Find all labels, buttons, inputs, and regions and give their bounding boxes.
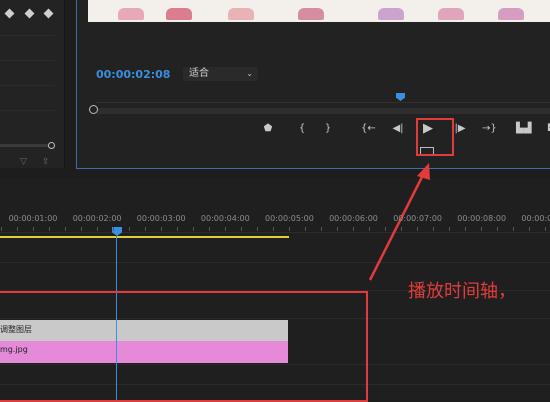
ruler-tick [385, 227, 386, 231]
ruler-time-label: 00:00:03:00 [136, 214, 186, 223]
ruler-tick [33, 227, 34, 231]
play-button-highlight [416, 118, 454, 156]
ruler-tick [65, 227, 66, 231]
zoom-fit-value: 适合 [189, 68, 209, 79]
marker-icon[interactable]: ⬟ [261, 122, 275, 136]
left-scrollbar[interactable] [0, 144, 52, 147]
export-frame-icon[interactable]: ▙▟ [516, 122, 531, 136]
ruler-time-label: 00:00:07:00 [393, 214, 442, 223]
ruler-tick [481, 227, 482, 231]
ruler-time-label: 00:00:01:00 [8, 214, 58, 223]
ruler-tick [529, 227, 530, 231]
effect-controls-panel: ▽ ⇪ [0, 0, 65, 168]
ruler-tick [177, 227, 178, 231]
zoom-fit-select[interactable]: 适合 ⌄ [183, 67, 258, 81]
keyframe-icon[interactable] [4, 8, 15, 19]
keyframe-icon[interactable] [43, 8, 54, 19]
ruler-tick [433, 227, 434, 231]
go-to-out-icon[interactable]: →} [482, 122, 497, 136]
ruler-tick [1, 227, 2, 231]
ruler-tick [113, 227, 114, 231]
ruler-tick [417, 227, 418, 231]
ruler-tick [257, 227, 258, 231]
ruler-tick [321, 227, 322, 231]
ruler-tick [353, 227, 354, 231]
ruler-tick [369, 227, 370, 231]
ruler-tick [497, 227, 498, 231]
program-monitor-panel [76, 0, 550, 169]
ruler-tick [97, 227, 98, 231]
work-area-bar[interactable] [0, 236, 289, 238]
ruler-tick [449, 227, 450, 231]
monitor-zoom-handle[interactable] [89, 105, 98, 114]
step-back-icon[interactable]: ◀| [391, 122, 405, 136]
step-forward-icon[interactable]: |▶ [453, 122, 467, 136]
export-icon[interactable]: ⇪ [42, 157, 50, 167]
ruler-tick [337, 227, 338, 231]
go-to-in-icon[interactable]: {← [361, 122, 376, 136]
ruler-baseline [0, 232, 550, 233]
ruler-time-label: 00:00:09:00 [521, 214, 550, 223]
ruler-tick [209, 227, 210, 231]
ruler-tick [225, 227, 226, 231]
ruler-tick [17, 227, 18, 231]
ruler-tick [193, 227, 194, 231]
chevron-down-icon: ⌄ [246, 69, 253, 78]
video-preview [88, 0, 550, 22]
ruler-tick [513, 227, 514, 231]
ruler-tick [129, 227, 130, 231]
ruler-tick [465, 227, 466, 231]
ruler-tick [241, 227, 242, 231]
ruler-time-label: 00:00:05:00 [264, 214, 314, 223]
ruler-time-label: 00:00:04:00 [200, 214, 250, 223]
ruler-tick [289, 227, 290, 231]
ruler-tick [401, 227, 402, 231]
mark-in-icon[interactable]: { [295, 122, 309, 136]
ruler-tick [81, 227, 82, 231]
clips-highlight [0, 291, 368, 402]
ruler-time-label: 00:00:08:00 [457, 214, 507, 223]
monitor-time-ruler [96, 102, 550, 103]
ruler-tick [145, 227, 146, 231]
ruler-time-label: 00:00:02:00 [72, 214, 122, 223]
monitor-zoom-scrollbar[interactable] [96, 108, 550, 114]
filter-icon[interactable]: ▽ [20, 157, 27, 167]
ruler-time-label: 00:00:06:00 [329, 214, 378, 223]
annotation-text: 播放时间轴， [408, 281, 516, 302]
keyframe-icon[interactable] [24, 8, 35, 19]
left-scroll-handle[interactable] [48, 142, 55, 149]
ruler-tick [161, 227, 162, 231]
ruler-tick [305, 227, 306, 231]
ruler-tick [49, 227, 50, 231]
ruler-tick [545, 227, 546, 231]
playhead-timecode[interactable]: 00:00:02:08 [96, 68, 170, 81]
ruler-tick [273, 227, 274, 231]
mark-out-icon[interactable]: } [321, 122, 335, 136]
camera-icon[interactable]: ◘ [544, 122, 550, 136]
